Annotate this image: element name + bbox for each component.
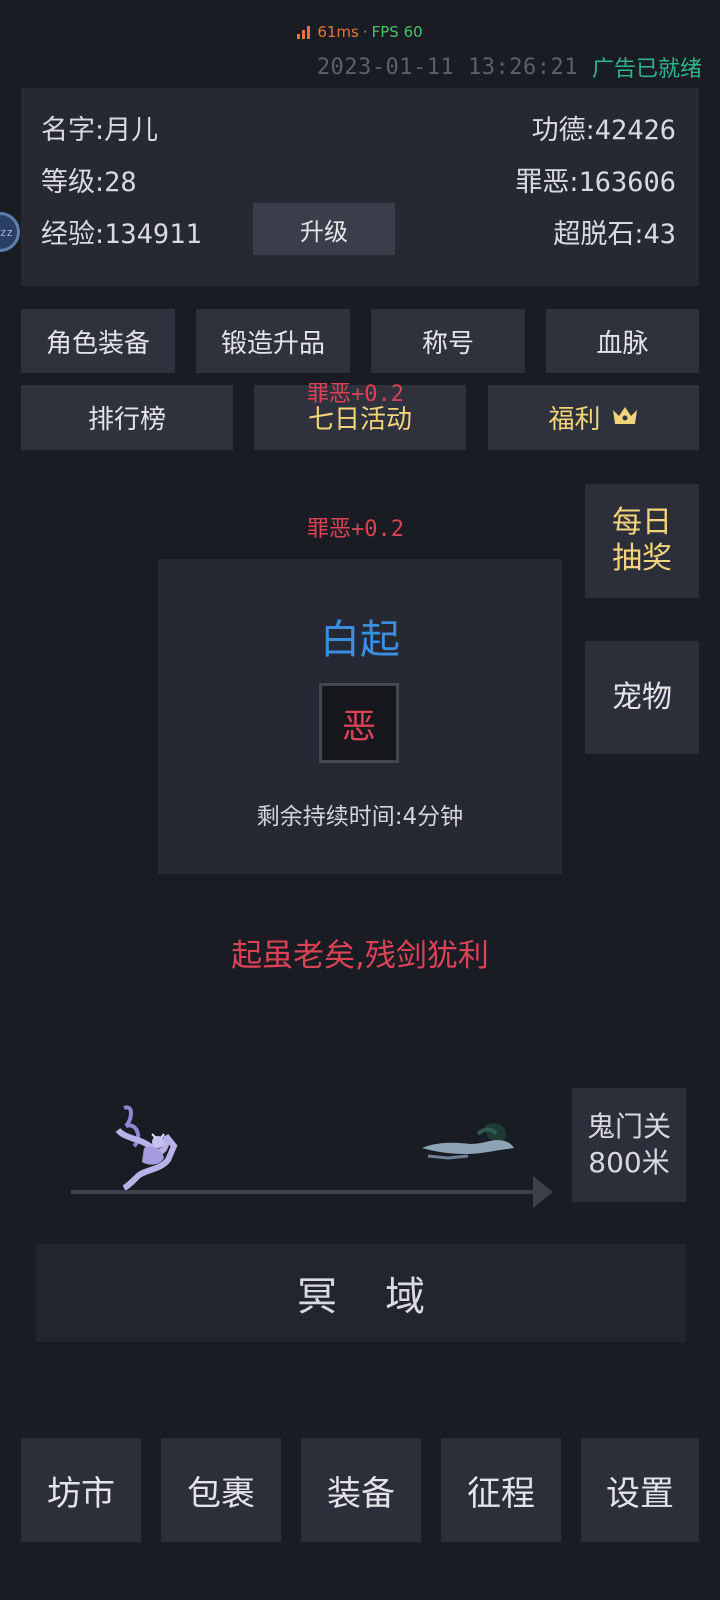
nav-expedition[interactable]: 征程 (441, 1438, 561, 1542)
forge-upgrade-button[interactable]: 锻造升品 (196, 309, 350, 373)
upgrade-button[interactable]: 升级 (253, 203, 395, 255)
daily-lottery-line1: 每日 (612, 505, 672, 540)
fps-value: FPS 60 (371, 23, 423, 41)
remaining-duration: 剩余持续时间:4分钟 (256, 804, 464, 830)
player-merit: 功德:42426 (532, 108, 676, 147)
crown-icon (611, 403, 639, 433)
nav-equipment[interactable]: 装备 (301, 1438, 421, 1542)
boss-status-tile[interactable]: 恶 (319, 683, 399, 763)
transcend-label: 超脱石: (553, 219, 644, 250)
welfare-label: 福利 (548, 405, 601, 435)
character-equipment-button[interactable]: 角色装备 (21, 309, 175, 373)
bloodline-button[interactable]: 血脉 (546, 309, 699, 373)
welfare-button[interactable]: 福利 (488, 385, 699, 450)
side-drawer-handle[interactable]: zz (0, 212, 20, 252)
ranking-button[interactable]: 排行榜 (21, 385, 233, 450)
destination-name: 鬼门关 (586, 1110, 671, 1143)
player-level: 等级:28 (41, 160, 137, 199)
time-ad-row: 2023-01-11 13:26:21 广告已就绪 (316, 51, 702, 83)
realm-button[interactable]: 冥域 (36, 1244, 686, 1342)
player-name: 名字:月儿 (41, 108, 158, 147)
exp-value: 134911 (104, 219, 202, 250)
game-datetime: 2023-01-11 13:26:21 (316, 54, 578, 80)
merit-value: 42426 (594, 115, 676, 146)
separator: · (362, 23, 368, 41)
nav-settings[interactable]: 设置 (581, 1438, 699, 1542)
network-status: 61ms · FPS 60 (0, 20, 720, 44)
merit-label: 功德: (531, 115, 595, 146)
player-exp: 经验:134911 (41, 212, 202, 251)
ad-status[interactable]: 广告已就绪 (592, 51, 702, 83)
sin-gain-floating-text: 罪恶+0.2 (307, 517, 404, 542)
level-label: 等级: (41, 167, 105, 198)
exp-label: 经验: (41, 219, 105, 250)
sin-label: 罪恶: (515, 167, 579, 198)
boss-name: 白起 (320, 617, 400, 663)
nav-bag[interactable]: 包裹 (161, 1438, 281, 1542)
boss-quote: 起虽老矣,残剑犹利 (231, 938, 489, 974)
pet-button[interactable]: 宠物 (585, 641, 699, 754)
name-value: 月儿 (104, 115, 159, 146)
daily-lottery-button[interactable]: 每日 抽奖 (585, 484, 699, 598)
track-arrow-icon (533, 1176, 553, 1208)
daily-lottery-line2: 抽奖 (612, 541, 672, 576)
signal-icon (297, 25, 311, 39)
transcend-value: 43 (643, 219, 676, 250)
title-button[interactable]: 称号 (371, 309, 525, 373)
destination-marker[interactable]: 鬼门关 800米 (572, 1088, 686, 1202)
player-transcend-stone: 超脱石:43 (553, 212, 676, 251)
destination-distance: 800米 (588, 1146, 670, 1179)
level-value: 28 (104, 167, 137, 198)
player-ghost-sprite (104, 1100, 178, 1192)
enemy-ghost-sprite (418, 1118, 518, 1164)
boss-card: 白起 恶 剩余持续时间:4分钟 (158, 559, 562, 874)
journey-track (71, 1190, 541, 1194)
sin-gain-floating-text: 罪恶+0.2 (307, 382, 404, 407)
player-sin: 罪恶:163606 (515, 160, 676, 199)
nav-market[interactable]: 坊市 (21, 1438, 141, 1542)
sin-value: 163606 (578, 167, 676, 198)
name-label: 名字: (41, 115, 105, 146)
ping-value: 61ms (317, 23, 359, 41)
